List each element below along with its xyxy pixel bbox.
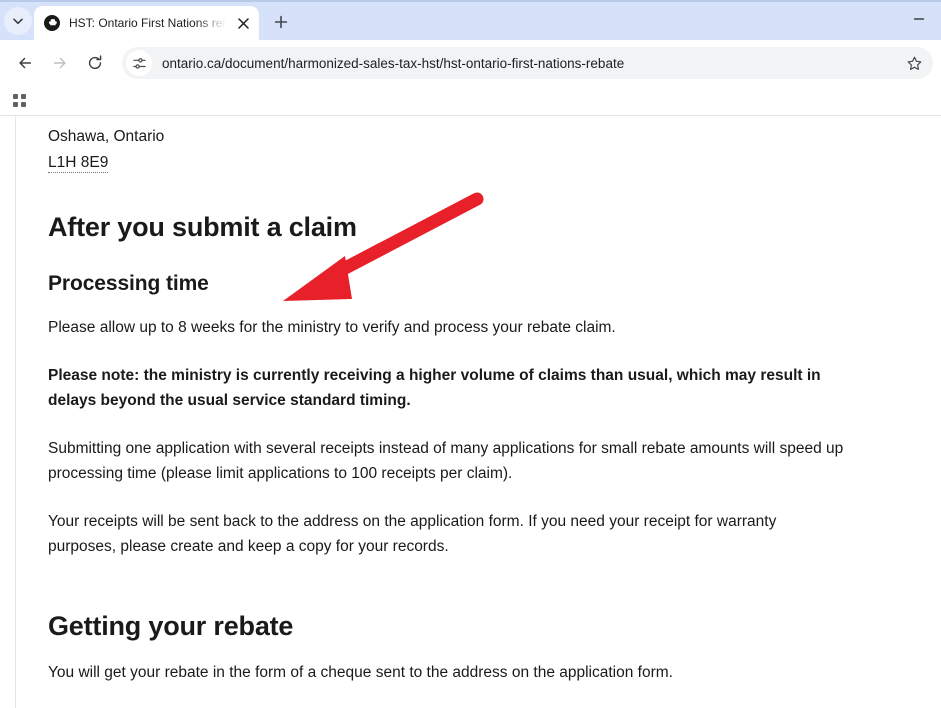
page-viewport: Oshawa, Ontario L1H 8E9 After you submit… — [0, 116, 941, 708]
page-content: Oshawa, Ontario L1H 8E9 After you submit… — [15, 116, 845, 708]
forward-button[interactable] — [45, 48, 75, 78]
tab-search-button[interactable] — [4, 7, 32, 35]
tab-title: HST: Ontario First Nations reba — [69, 16, 231, 30]
close-icon[interactable] — [233, 13, 253, 33]
chevron-down-icon — [13, 18, 23, 25]
web-page: Oshawa, Ontario L1H 8E9 After you submit… — [0, 116, 941, 708]
back-arrow-icon — [19, 57, 32, 69]
tab-strip: HST: Ontario First Nations reba — [0, 0, 941, 40]
reload-button[interactable] — [80, 48, 110, 78]
site-settings-sliders-icon[interactable] — [126, 50, 152, 76]
address-postal-code: L1H 8E9 — [48, 154, 109, 173]
bookmarks-bar — [0, 86, 941, 116]
address-city-province: Oshawa, Ontario — [48, 128, 165, 145]
apps-grid-icon[interactable] — [6, 88, 32, 114]
ontario-trillium-favicon — [44, 15, 60, 31]
browser-toolbar: ontario.ca/document/harmonized-sales-tax… — [0, 40, 941, 86]
browser-window: HST: Ontario First Nations reba ontario.… — [0, 0, 941, 708]
paragraph-submitting-one-application: Submitting one application with several … — [48, 439, 844, 483]
heading-after-you-submit-a-claim: After you submit a claim — [48, 212, 357, 242]
back-button[interactable] — [10, 48, 40, 78]
address-postal-code-line: L1H 8E9 — [48, 150, 845, 176]
paragraph-please-note: Please note: the ministry is currently r… — [48, 366, 821, 410]
forward-arrow-icon — [53, 57, 66, 69]
trillium-icon — [48, 19, 57, 26]
address-bar[interactable]: ontario.ca/document/harmonized-sales-tax… — [122, 47, 933, 79]
minimize-button[interactable] — [897, 2, 941, 36]
heading-processing-time: Processing time — [48, 272, 209, 295]
paragraph-processing-time: Please allow up to 8 weeks for the minis… — [48, 319, 616, 336]
reload-icon — [88, 55, 102, 70]
minimize-icon — [913, 18, 925, 20]
url-text: ontario.ca/document/harmonized-sales-tax… — [162, 55, 625, 71]
browser-tab[interactable]: HST: Ontario First Nations reba — [34, 6, 259, 40]
new-tab-button[interactable] — [267, 8, 295, 36]
plus-icon — [274, 15, 288, 29]
heading-getting-your-rebate: Getting your rebate — [48, 610, 294, 641]
window-controls — [897, 2, 941, 36]
paragraph-cheque: You will get your rebate in the form of … — [48, 663, 673, 681]
content-left-rule — [15, 116, 16, 708]
paragraph-your-receipts: Your receipts will be sent back to the a… — [48, 512, 777, 556]
bookmark-star-icon[interactable] — [901, 50, 927, 76]
